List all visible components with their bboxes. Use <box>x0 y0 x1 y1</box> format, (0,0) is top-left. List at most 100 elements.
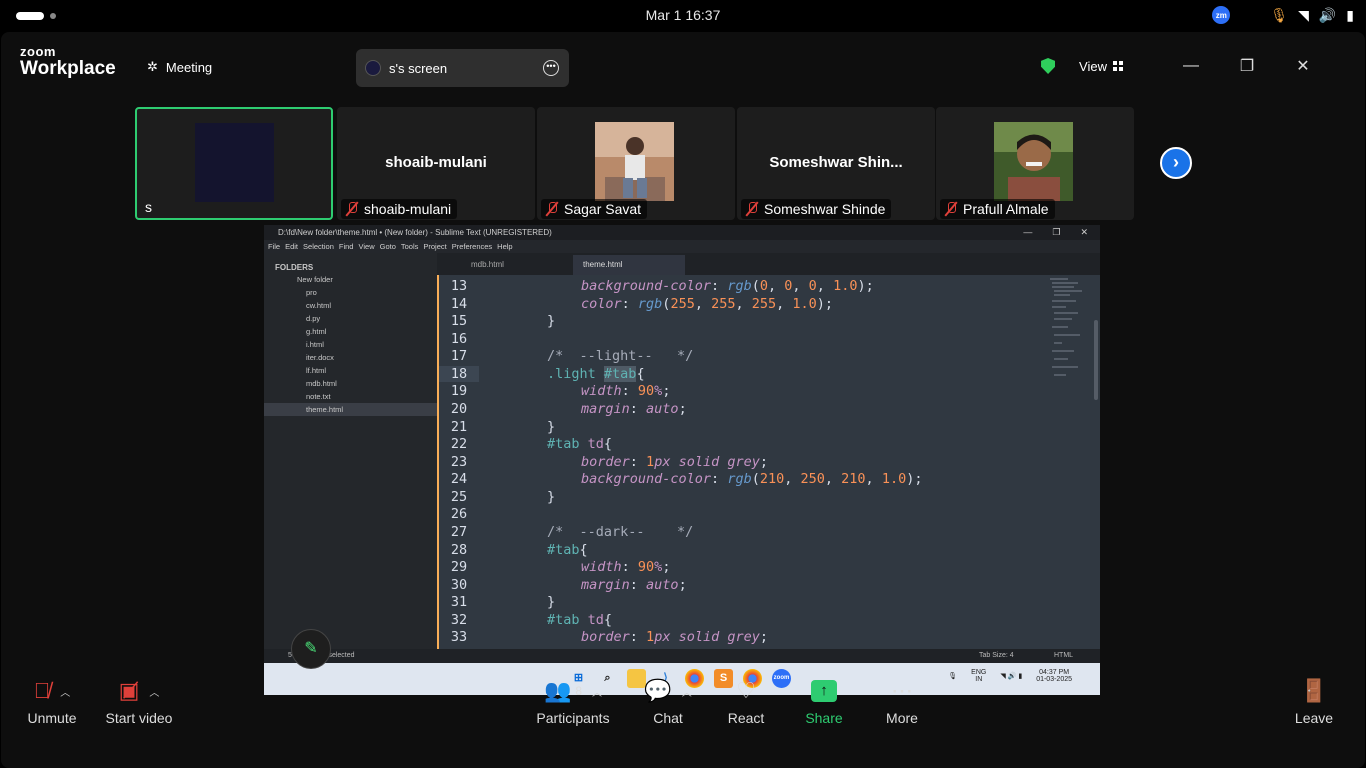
participant-tile[interactable]: Sagar Savat <box>537 107 735 220</box>
participant-name: Sagar Savat <box>564 201 642 217</box>
participant-tile-sharer[interactable]: s <box>135 107 333 220</box>
encryption-shield-icon[interactable] <box>1041 58 1056 74</box>
file-item: iter.docx <box>306 353 334 362</box>
participant-tile[interactable]: shoaib-mulani shoaib-mulani <box>337 107 535 220</box>
meeting-icon: ✲ <box>147 59 158 74</box>
close-button[interactable]: ✕ <box>1275 56 1331 76</box>
more-options-icon[interactable]: ••• <box>543 60 559 76</box>
leave-label: Leave <box>1294 710 1334 726</box>
chat-caret[interactable]: ︿ <box>682 684 692 699</box>
participant-name: Prafull Almale <box>963 201 1049 217</box>
participant-name: s <box>145 199 152 215</box>
unmute-button[interactable]: 🎙̸ ︿ Unmute <box>24 676 80 726</box>
tray-time: 04:37 PM <box>1039 669 1070 676</box>
close-icon: ✕ <box>1080 227 1088 237</box>
status-syntax: HTML <box>1054 652 1074 659</box>
mic-muted-icon <box>345 202 359 216</box>
meeting-info-button[interactable]: ✲ Meeting <box>147 59 212 75</box>
line-number: 32 <box>450 612 468 628</box>
participant-display-name: shoaib-mulani <box>385 154 487 171</box>
menu-item: Project <box>423 242 447 251</box>
zoom-app-icon: zoom <box>772 669 791 688</box>
meeting-label: Meeting <box>165 59 213 75</box>
restore-icon: ❐ <box>1052 227 1061 237</box>
maximize-button[interactable]: ❐ <box>1219 56 1275 76</box>
file-item: note.txt <box>306 392 331 401</box>
sublime-tab-bar: mdb.html theme.html <box>437 253 1100 275</box>
leave-icon: 🚪 <box>1300 678 1328 703</box>
sublime-menu-bar: File Edit Selection Find View Goto Tools… <box>264 240 1100 253</box>
code-line: background-color: rgb(210, 250, 210, 1.0… <box>581 471 923 487</box>
tray-clock: 04:37 PM 01-03-2025 <box>1036 669 1072 683</box>
mic-muted-icon: 🎙̸ ︿ <box>33 678 71 703</box>
window-controls: View — ❐ ✕ <box>1041 56 1331 76</box>
video-off-icon: ▣̸ ︿ <box>118 678 160 703</box>
react-button[interactable]: ♡ React <box>726 676 766 726</box>
start-video-label: Start video <box>105 710 173 726</box>
audio-options-caret[interactable]: ︿ <box>60 684 70 699</box>
line-number: 30 <box>450 577 468 593</box>
microphone-icon: 🎙 <box>1270 6 1289 23</box>
code-line: } <box>547 419 556 435</box>
annotate-pencil-button[interactable]: ✎ <box>291 629 331 669</box>
chat-label: Chat <box>653 710 683 726</box>
tray-lang: ENG <box>971 669 987 676</box>
code-line: width: 90%; <box>581 383 671 399</box>
chat-button[interactable]: 💬 ︿ Chat <box>644 676 691 726</box>
line-number: 13 <box>450 278 468 294</box>
menu-item: Edit <box>285 242 299 251</box>
volume-icon: 🔊 <box>1318 6 1337 23</box>
wifi-icon: ◥ <box>1298 6 1309 23</box>
participant-label: Sagar Savat <box>541 199 648 219</box>
share-button[interactable]: ↑ Share <box>804 676 844 726</box>
video-options-caret[interactable]: ︿ <box>149 684 159 699</box>
line-number: 19 <box>450 383 468 399</box>
share-icon-wrap: ↑ <box>804 676 844 706</box>
shared-screen-pill[interactable]: s's screen ••• <box>356 49 569 87</box>
participant-tile[interactable]: Prafull Almale <box>936 107 1134 220</box>
system-clock[interactable]: Mar 1 16:37 <box>0 7 1366 23</box>
code-line: #tab td{ <box>547 436 613 452</box>
code-line: background-color: rgb(0, 0, 0, 1.0); <box>581 278 874 294</box>
line-number: 29 <box>450 559 468 575</box>
view-label: View <box>1079 58 1107 74</box>
windows-tray: 🎙 ENG IN ◥ 🔊 ▮ 04:37 PM 01-03-2025 <box>948 669 1072 683</box>
sublime-status-bar: 5 characters selected Tab Size: 4 HTML <box>264 649 1100 663</box>
line-number: 31 <box>450 594 468 610</box>
file-item: lf.html <box>306 366 327 375</box>
more-button[interactable]: ⋯ More <box>882 676 922 726</box>
file-item: g.html <box>306 327 327 336</box>
editor-tab: mdb.html <box>471 260 504 269</box>
heart-icon: ♡ <box>736 678 756 703</box>
sublime-window-title: D:\fd\New folder\theme.html • (New folde… <box>278 228 552 237</box>
shared-screen-label: s's screen <box>389 60 448 76</box>
menu-item: Preferences <box>451 242 493 251</box>
minimize-button[interactable]: — <box>1163 57 1219 75</box>
minimize-icon: — <box>1023 227 1033 237</box>
leave-button[interactable]: 🚪 Leave <box>1294 676 1334 726</box>
battery-icon: ▮ <box>1346 6 1354 23</box>
share-label: Share <box>805 710 843 726</box>
code-line: width: 90%; <box>581 559 671 575</box>
sublime-window-controls: — ❐ ✕ <box>1023 227 1088 238</box>
line-number: 16 <box>450 331 468 347</box>
next-page-chevron-icon[interactable]: › <box>1160 147 1192 179</box>
view-button[interactable]: View <box>1079 59 1123 74</box>
line-number: 25 <box>450 489 468 505</box>
code-line: #tab td{ <box>547 612 613 628</box>
code-minimap <box>1050 278 1082 376</box>
line-number: 14 <box>450 296 468 312</box>
start-video-button[interactable]: ▣̸ ︿ Start video <box>104 676 174 726</box>
file-explorer-icon <box>627 669 646 688</box>
tray-date: 01-03-2025 <box>1036 676 1072 683</box>
participant-tile[interactable]: Someshwar Shin... Someshwar Shinde <box>737 107 935 220</box>
mic-muted-icon <box>944 202 958 216</box>
tray-mic-icon: 🎙 <box>948 673 958 680</box>
system-tray[interactable]: zm 🎙 ◥ 🔊 ▮ <box>1212 6 1354 24</box>
code-line: margin: auto; <box>581 401 687 417</box>
participants-button[interactable]: 👥 8 ︿ Participants <box>534 676 612 726</box>
code-line: margin: auto; <box>581 577 687 593</box>
zoom-tray-icon[interactable]: zm <box>1212 6 1231 24</box>
code-line: color: rgb(255, 255, 255, 1.0); <box>581 296 834 312</box>
participants-caret[interactable]: ︿ <box>592 684 602 699</box>
